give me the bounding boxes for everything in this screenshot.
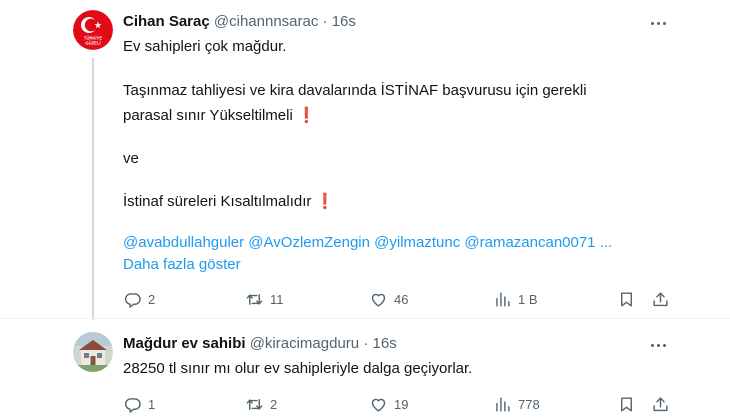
repost-count: 2: [270, 396, 278, 412]
like-button[interactable]: 46: [369, 288, 408, 310]
house-photo-avatar-icon: [73, 332, 113, 372]
tweet-text: İstinaf süreleri Kısaltılmalıdır: [123, 193, 312, 210]
like-button[interactable]: 19: [369, 393, 408, 415]
repost-button[interactable]: 11: [245, 288, 284, 310]
tweet-header: Cihan Saraç @cihannnsarac · 16s: [123, 13, 356, 30]
exclamation-emoji: ❗: [315, 193, 335, 210]
tweet-text-line: İstinaf süreleri Kısaltılmalıdır ❗: [123, 192, 334, 210]
tweet-cihan-sarac[interactable]: TÜRKİYE GÜZELİ Cihan Saraç @cihannnsarac…: [0, 0, 730, 320]
like-count: 19: [394, 396, 409, 412]
views-count: 778: [518, 396, 540, 412]
reply-button[interactable]: 2: [123, 288, 155, 310]
tweet-text-line: ve: [123, 150, 139, 167]
more-icon[interactable]: [648, 13, 668, 33]
tweet-time[interactable]: 16s: [332, 13, 356, 30]
views-button[interactable]: 1 B: [493, 288, 538, 310]
bookmark-button[interactable]: [617, 393, 636, 415]
bookmark-icon: [621, 291, 632, 307]
tweet-text: parasal sınır Yükseltilmeli: [123, 107, 293, 124]
bookmark-icon: [621, 396, 632, 412]
repost-icon: [246, 293, 263, 305]
more-icon[interactable]: [648, 335, 668, 355]
tweet-text-line: 28250 tl sınır mı olur ev sahipleriyle d…: [123, 360, 473, 377]
author-name[interactable]: Mağdur ev sahibi: [123, 335, 246, 352]
share-icon: [653, 396, 668, 411]
share-icon: [653, 291, 668, 306]
repost-icon: [246, 398, 263, 410]
like-icon: [371, 293, 386, 307]
share-button[interactable]: [651, 288, 670, 310]
reply-count: 1: [148, 396, 156, 412]
tweet-magdur-ev-sahibi[interactable]: Mağdur ev sahibi @kiracimagduru · 16s 28…: [0, 318, 730, 420]
action-bar: 1 2 19 778: [123, 393, 683, 415]
tweet-text-line: Taşınmaz tahliyesi ve kira davalarında İ…: [123, 82, 587, 99]
tweet-time[interactable]: 16s: [372, 335, 396, 352]
like-icon: [371, 398, 386, 412]
separator-dot: ·: [363, 335, 369, 352]
thread-line: [92, 58, 94, 320]
author-handle[interactable]: @cihannnsarac: [214, 13, 318, 30]
avatar[interactable]: [73, 332, 113, 372]
author-name[interactable]: Cihan Saraç: [123, 13, 210, 30]
share-button[interactable]: [651, 393, 670, 415]
exclamation-emoji: ❗: [296, 107, 316, 124]
show-more-link[interactable]: Daha fazla göster: [123, 256, 241, 273]
bookmark-button[interactable]: [617, 288, 636, 310]
views-icon: [496, 396, 510, 412]
views-icon: [496, 291, 510, 307]
reply-button[interactable]: 1: [123, 393, 155, 415]
turkey-flag-avatar-icon: TÜRKİYE GÜZELİ: [73, 10, 113, 50]
repost-count: 11: [270, 291, 284, 307]
tweet-text-line: parasal sınır Yükseltilmeli ❗: [123, 106, 316, 124]
avatar-text-line2: GÜZELİ: [85, 41, 100, 46]
reply-icon: [124, 397, 141, 413]
tweet-text-line: Ev sahipleri çok mağdur.: [123, 38, 287, 55]
reply-icon: [124, 292, 141, 308]
separator-dot: ·: [322, 13, 328, 30]
reply-count: 2: [148, 291, 156, 307]
mentions-line[interactable]: @avabdullahguler @AvOzlemZengin @yilmazt…: [123, 234, 612, 251]
action-bar: 2 11 46 1 B: [123, 288, 683, 310]
repost-button[interactable]: 2: [245, 393, 277, 415]
author-handle[interactable]: @kiracimagduru: [250, 335, 359, 352]
like-count: 46: [394, 291, 409, 307]
views-count: 1 B: [518, 291, 538, 307]
avatar[interactable]: TÜRKİYE GÜZELİ: [73, 10, 113, 50]
views-button[interactable]: 778: [493, 393, 540, 415]
tweet-header: Mağdur ev sahibi @kiracimagduru · 16s: [123, 335, 397, 352]
